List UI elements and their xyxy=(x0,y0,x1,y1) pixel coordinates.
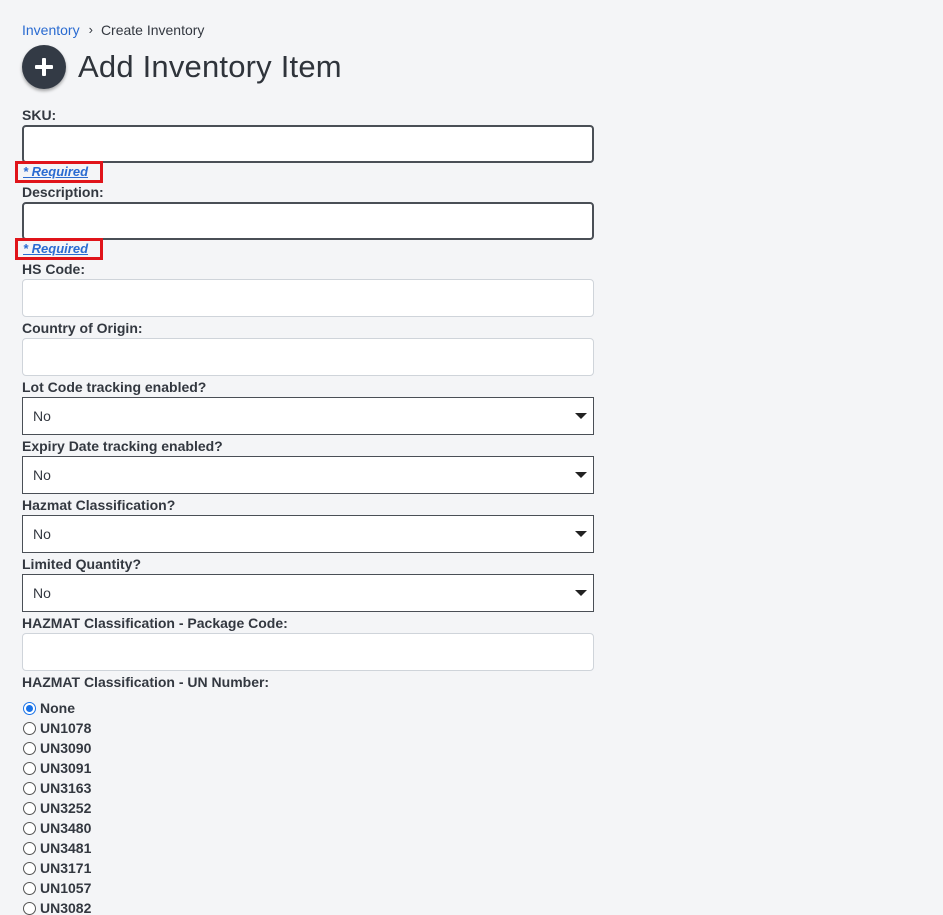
caret-down-icon xyxy=(575,531,587,537)
page: Inventory › Create Inventory Add Invento… xyxy=(0,0,943,915)
un-number-option-label: UN3171 xyxy=(40,860,92,876)
un-number-option-label: UN3252 xyxy=(40,800,92,816)
lot-code-selected-value: No xyxy=(33,408,51,424)
radio-button[interactable] xyxy=(23,701,36,715)
un-number-field-group: HAZMAT Classification - UN Number: xyxy=(22,674,594,690)
description-input[interactable] xyxy=(22,202,594,240)
hs-code-input[interactable] xyxy=(22,279,594,317)
radio-button[interactable] xyxy=(23,721,36,735)
limited-quantity-field-group: Limited Quantity? No xyxy=(22,556,594,612)
breadcrumb-link-inventory[interactable]: Inventory xyxy=(22,21,80,39)
sku-label: SKU: xyxy=(22,107,57,123)
radio-button[interactable] xyxy=(23,741,36,755)
country-of-origin-label: Country of Origin: xyxy=(22,320,143,336)
un-number-option-label: UN3090 xyxy=(40,740,92,756)
page-header: Add Inventory Item xyxy=(22,45,342,89)
lot-code-select[interactable]: No xyxy=(22,397,594,435)
radio-button[interactable] xyxy=(23,901,36,915)
un-number-option[interactable]: UN1078 xyxy=(22,718,91,738)
un-number-option[interactable]: UN3252 xyxy=(22,798,91,818)
un-number-option[interactable]: UN3480 xyxy=(22,818,91,838)
hazmat-classification-label: Hazmat Classification? xyxy=(22,497,176,513)
un-number-option[interactable]: UN3090 xyxy=(22,738,91,758)
caret-down-icon xyxy=(575,472,587,478)
un-number-radio-group: None UN1078 UN3090 UN3091 UN3163 UN3252 UN3480… xyxy=(22,698,91,915)
expiry-date-selected-value: No xyxy=(33,467,51,483)
limited-quantity-select[interactable]: No xyxy=(22,574,594,612)
country-of-origin-input[interactable] xyxy=(22,338,594,376)
chevron-right-icon: › xyxy=(88,22,93,37)
radio-button[interactable] xyxy=(23,781,36,795)
page-title: Add Inventory Item xyxy=(78,49,342,84)
hs-code-label: HS Code: xyxy=(22,261,85,277)
caret-down-icon xyxy=(575,413,587,419)
hazmat-classification-selected-value: No xyxy=(33,526,51,542)
un-number-option-label: UN3091 xyxy=(40,760,92,776)
expiry-date-select[interactable]: No xyxy=(22,456,594,494)
hazmat-classification-field-group: Hazmat Classification? No xyxy=(22,497,594,553)
un-number-option-label: UN1078 xyxy=(40,720,92,736)
package-code-label: HAZMAT Classification - Package Code: xyxy=(22,615,288,631)
radio-button[interactable] xyxy=(23,841,36,855)
radio-button[interactable] xyxy=(23,881,36,895)
un-number-option[interactable]: UN3082 xyxy=(22,898,91,915)
expiry-date-label: Expiry Date tracking enabled? xyxy=(22,438,223,454)
un-number-option-label: UN3481 xyxy=(40,840,92,856)
package-code-input[interactable] xyxy=(22,633,594,671)
limited-quantity-label: Limited Quantity? xyxy=(22,556,141,572)
un-number-option[interactable]: UN3171 xyxy=(22,858,91,878)
un-number-option[interactable]: UN3091 xyxy=(22,758,91,778)
expiry-date-field-group: Expiry Date tracking enabled? No xyxy=(22,438,594,494)
un-number-option[interactable]: UN3481 xyxy=(22,838,91,858)
country-of-origin-field-group: Country of Origin: xyxy=(22,320,594,376)
un-number-option-label: UN3082 xyxy=(40,900,92,915)
radio-button[interactable] xyxy=(23,761,36,775)
un-number-option-label: UN1057 xyxy=(40,880,92,896)
breadcrumb: Inventory › Create Inventory xyxy=(22,21,204,39)
un-number-option[interactable]: None xyxy=(22,698,91,718)
sku-required-note: * Required xyxy=(15,161,103,183)
lot-code-field-group: Lot Code tracking enabled? No xyxy=(22,379,594,435)
radio-button[interactable] xyxy=(23,801,36,815)
hazmat-classification-select[interactable]: No xyxy=(22,515,594,553)
sku-field-group: SKU: * Required xyxy=(15,107,594,183)
limited-quantity-selected-value: No xyxy=(33,585,51,601)
sku-input[interactable] xyxy=(22,125,594,163)
un-number-option[interactable]: UN1057 xyxy=(22,878,91,898)
un-number-option[interactable]: UN3163 xyxy=(22,778,91,798)
lot-code-label: Lot Code tracking enabled? xyxy=(22,379,207,395)
un-number-option-label: UN3480 xyxy=(40,820,92,836)
radio-button[interactable] xyxy=(23,821,36,835)
description-field-group: Description: * Required xyxy=(15,184,594,260)
package-code-field-group: HAZMAT Classification - Package Code: xyxy=(22,615,594,671)
hs-code-field-group: HS Code: xyxy=(22,261,594,317)
radio-button[interactable] xyxy=(23,861,36,875)
breadcrumb-current: Create Inventory xyxy=(100,22,205,38)
un-number-label: HAZMAT Classification - UN Number: xyxy=(22,674,270,690)
description-label: Description: xyxy=(22,184,104,200)
un-number-option-label: UN3163 xyxy=(40,780,92,796)
plus-circle-icon xyxy=(22,45,66,89)
description-required-note: * Required xyxy=(15,238,103,260)
caret-down-icon xyxy=(575,590,587,596)
un-number-option-label: None xyxy=(40,700,75,716)
